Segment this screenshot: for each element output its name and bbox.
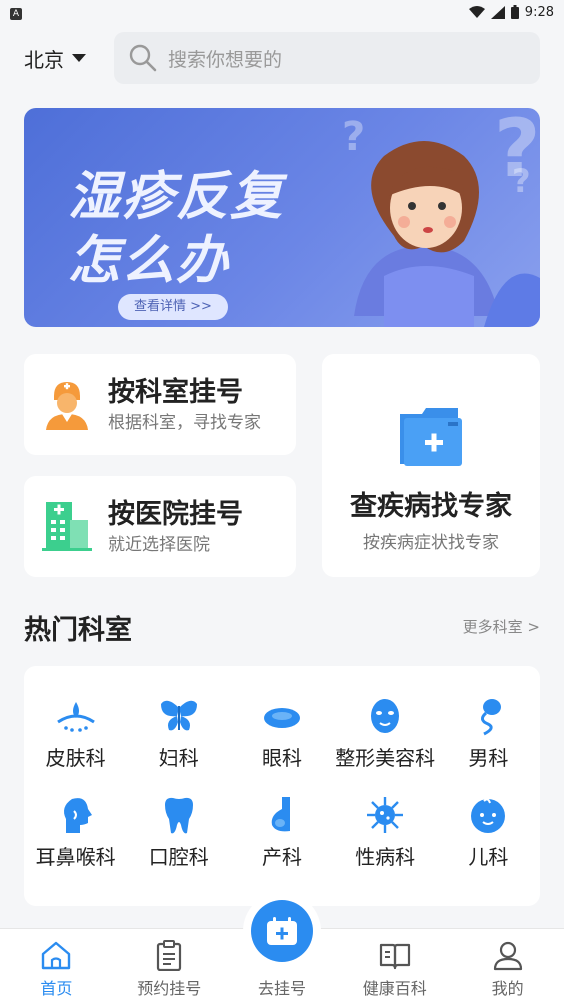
user-icon bbox=[493, 941, 522, 971]
status-bar: A 9:28 bbox=[0, 0, 564, 24]
medical-folder-icon bbox=[400, 408, 462, 466]
leaf-decoration bbox=[484, 273, 540, 327]
city-label: 北京 bbox=[24, 47, 64, 72]
head-profile-icon bbox=[63, 798, 92, 833]
department-label: 整形美容科 bbox=[335, 746, 436, 770]
register-by-hospital-card[interactable]: 按医院挂号 就近选择医院 bbox=[24, 476, 296, 577]
status-time: 9:28 bbox=[524, 4, 554, 20]
header: 北京 搜索你想要的 bbox=[0, 28, 564, 88]
hot-departments-title: 热门科室 bbox=[24, 615, 132, 646]
department-label: 眼科 bbox=[261, 746, 302, 770]
tooth-icon bbox=[164, 797, 193, 834]
card-subtitle: 根据科室，寻找专家 bbox=[108, 413, 261, 433]
pregnancy-icon bbox=[271, 797, 290, 832]
notification-a-icon: A bbox=[10, 7, 22, 20]
signal-icon bbox=[490, 5, 505, 19]
department-label: 儿科 bbox=[468, 845, 509, 869]
tab-appointments[interactable]: 预约挂号 bbox=[113, 929, 226, 1002]
status-left: A bbox=[10, 5, 22, 20]
butterfly-icon bbox=[160, 700, 197, 731]
baby-icon bbox=[471, 798, 506, 833]
banner-title-line2: 怎么办 bbox=[68, 231, 231, 291]
department-item-stomatology[interactable]: 口腔科 bbox=[127, 795, 230, 870]
sperm-icon bbox=[481, 699, 502, 736]
hospital-icon bbox=[42, 502, 92, 551]
tab-label: 我的 bbox=[491, 979, 524, 998]
city-selector[interactable]: 北京 bbox=[24, 44, 114, 73]
tab-health-wiki[interactable]: 健康百科 bbox=[338, 929, 451, 1002]
departments-grid: 皮肤科 妇科 眼科 整形美容科 男科 耳鼻喉科 口腔科 产科 性病科 儿科 bbox=[24, 696, 540, 870]
register-by-department-card[interactable]: 按科室挂号 根据科室，寻找专家 bbox=[24, 354, 296, 455]
card-title: 按科室挂号 bbox=[108, 377, 243, 408]
card-title: 查疾病找专家 bbox=[350, 491, 512, 522]
calendar-plus-icon bbox=[267, 917, 297, 945]
tab-label: 去挂号 bbox=[257, 979, 306, 998]
more-departments-link[interactable]: 更多科室 > bbox=[463, 616, 540, 637]
department-item-pediatrics[interactable]: 儿科 bbox=[437, 795, 540, 870]
department-item-plastic-surgery[interactable]: 整形美容科 bbox=[334, 696, 437, 771]
caret-down-icon bbox=[72, 54, 86, 62]
department-item-ent[interactable]: 耳鼻喉科 bbox=[24, 795, 127, 870]
department-item-std[interactable]: 性病科 bbox=[334, 795, 437, 870]
tab-mine[interactable]: 我的 bbox=[451, 929, 564, 1002]
department-item-gynecology[interactable]: 妇科 bbox=[127, 696, 230, 771]
find-expert-by-disease-card[interactable]: 查疾病找专家 按疾病症状找专家 bbox=[322, 354, 540, 577]
department-label: 妇科 bbox=[158, 746, 199, 770]
virus-icon bbox=[367, 797, 404, 833]
card-title: 按医院挂号 bbox=[108, 499, 243, 530]
department-label: 口腔科 bbox=[148, 845, 209, 869]
home-icon bbox=[42, 941, 71, 970]
mask-icon bbox=[371, 699, 400, 733]
tab-label: 预约挂号 bbox=[137, 979, 202, 998]
eye-icon bbox=[263, 708, 300, 728]
tab-label: 健康百科 bbox=[362, 979, 427, 998]
tab-home[interactable]: 首页 bbox=[0, 929, 113, 1002]
card-subtitle: 按疾病症状找专家 bbox=[363, 533, 499, 553]
department-label: 皮肤科 bbox=[45, 746, 106, 770]
banner-detail-button[interactable]: 查看详情 >> bbox=[118, 294, 228, 320]
register-fab-button[interactable] bbox=[243, 892, 321, 970]
status-right: 9:28 bbox=[468, 4, 554, 20]
book-icon bbox=[379, 943, 410, 970]
search-icon bbox=[129, 44, 157, 72]
search-placeholder: 搜索你想要的 bbox=[168, 48, 283, 71]
department-item-andrology[interactable]: 男科 bbox=[437, 696, 540, 771]
fab-inner bbox=[251, 900, 313, 962]
department-item-ophthalmology[interactable]: 眼科 bbox=[230, 696, 333, 771]
skin-icon bbox=[56, 702, 95, 732]
search-bar[interactable]: 搜索你想要的 bbox=[114, 32, 540, 84]
department-label: 性病科 bbox=[355, 845, 416, 869]
department-item-dermatology[interactable]: 皮肤科 bbox=[24, 696, 127, 771]
card-subtitle: 就近选择医院 bbox=[108, 535, 210, 555]
doctor-icon bbox=[46, 382, 88, 430]
tab-label: 首页 bbox=[40, 979, 73, 998]
department-label: 产科 bbox=[261, 845, 302, 869]
wifi-icon bbox=[468, 5, 485, 18]
department-item-obstetrics[interactable]: 产科 bbox=[230, 795, 333, 870]
promo-banner[interactable]: ? ? ? 湿疹反复 怎么办 查看详情 >> bbox=[24, 108, 540, 327]
department-label: 耳鼻喉科 bbox=[35, 845, 116, 869]
departments-panel: 皮肤科 妇科 眼科 整形美容科 男科 耳鼻喉科 口腔科 产科 性病科 儿科 bbox=[24, 666, 540, 906]
clipboard-icon bbox=[157, 940, 182, 971]
battery-icon bbox=[510, 5, 519, 19]
department-label: 男科 bbox=[468, 746, 509, 770]
